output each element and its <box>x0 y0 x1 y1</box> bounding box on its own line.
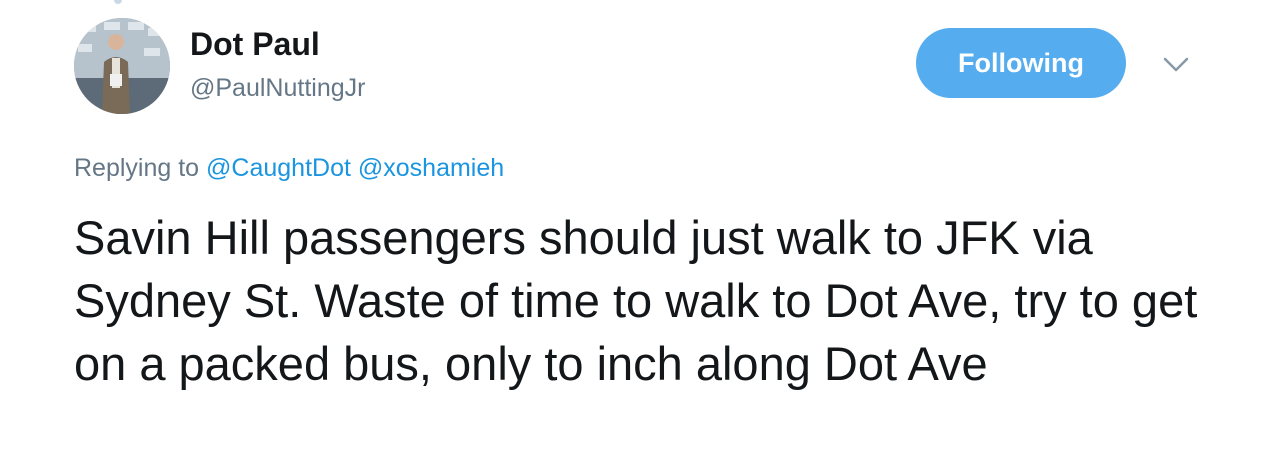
mention-link[interactable]: @CaughtDot <box>206 154 351 182</box>
replying-to-label: Replying to <box>74 154 200 182</box>
chevron-down-icon[interactable] <box>1160 52 1192 78</box>
replying-to-line: Replying to @CaughtDot @xoshamieh <box>74 152 504 184</box>
profile-photo-icon <box>74 18 170 114</box>
mention-link[interactable]: @xoshamieh <box>358 154 504 182</box>
tweet-card: Dot Paul @PaulNuttingJr Following Replyi… <box>0 0 1264 466</box>
tweet-text: Savin Hill passengers should just walk t… <box>74 211 1198 390</box>
avatar[interactable] <box>74 18 170 114</box>
author-display-name[interactable]: Dot Paul <box>190 24 320 64</box>
thread-connector-dot <box>114 0 122 4</box>
following-button[interactable]: Following <box>916 28 1126 98</box>
author-handle[interactable]: @PaulNuttingJr <box>190 72 365 104</box>
